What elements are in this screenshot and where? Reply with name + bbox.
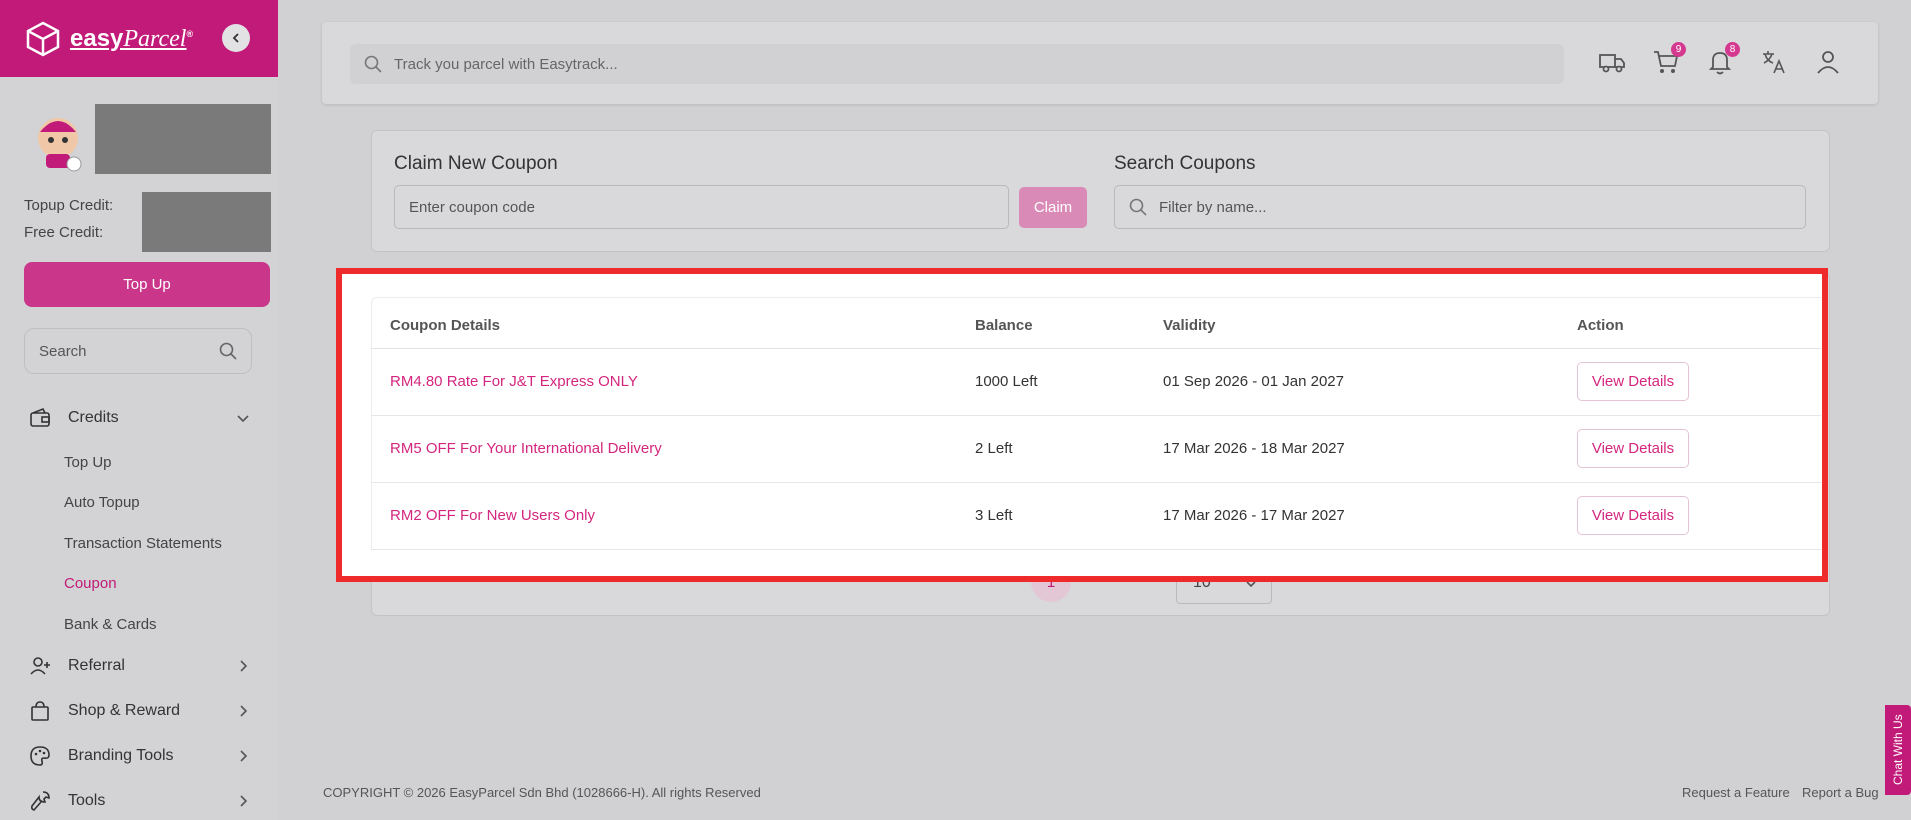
translate-icon[interactable] xyxy=(1760,48,1788,76)
report-bug-link[interactable]: Report a Bug xyxy=(1802,785,1879,800)
search-icon xyxy=(1129,198,1147,216)
top-bar: Track you parcel with Easytrack... 9 8 xyxy=(322,22,1878,104)
wallet-icon xyxy=(30,407,50,427)
coupon-name-link[interactable]: RM4.80 Rate For J&T Express ONLY xyxy=(390,373,638,390)
table-row: RM2 OFF For New Users Only 3 Left 17 Mar… xyxy=(371,483,1821,550)
easytrack-search-input[interactable]: Track you parcel with Easytrack... xyxy=(350,44,1564,84)
chevron-down-icon xyxy=(237,415,249,423)
cart-button[interactable]: 9 xyxy=(1652,42,1686,76)
redacted-credit-values xyxy=(142,192,271,252)
sidebar-subitem-transaction-statements[interactable]: Transaction Statements xyxy=(64,535,222,552)
column-validity: Validity xyxy=(1163,317,1216,334)
sidebar-subitem-auto-topup[interactable]: Auto Topup xyxy=(64,494,140,511)
cart-count-badge: 9 xyxy=(1671,42,1686,57)
redacted-username xyxy=(95,104,271,174)
column-balance: Balance xyxy=(975,317,1033,334)
palette-icon xyxy=(30,746,50,766)
topup-credit-label: Topup Credit: xyxy=(24,197,114,214)
coupon-name-link[interactable]: RM2 OFF For New Users Only xyxy=(390,507,595,524)
sidebar-item-branding-tools[interactable]: Branding Tools xyxy=(28,744,250,768)
coupon-validity: 17 Mar 2026 - 17 Mar 2027 xyxy=(1163,507,1345,524)
notifications-button[interactable]: 8 xyxy=(1706,42,1740,76)
sidebar-item-shop-reward[interactable]: Shop & Reward xyxy=(28,699,250,723)
view-details-button[interactable]: View Details xyxy=(1577,496,1689,535)
view-details-button[interactable]: View Details xyxy=(1577,362,1689,401)
sidebar-item-credits[interactable]: Credits xyxy=(28,406,250,430)
sidebar-subitem-top-up[interactable]: Top Up xyxy=(64,454,112,471)
chevron-right-icon xyxy=(240,750,248,762)
chevron-right-icon xyxy=(240,705,248,717)
sidebar-item-tools[interactable]: Tools xyxy=(28,789,250,813)
sidebar-item-referral[interactable]: Referral xyxy=(28,654,250,678)
sidebar: easyParcel® Topup Credit: Free Credit: T… xyxy=(0,0,278,820)
shopping-bag-icon xyxy=(31,701,49,721)
claim-button[interactable]: Claim xyxy=(1019,187,1087,228)
chevron-right-icon xyxy=(240,795,248,807)
sidebar-subitem-coupon[interactable]: Coupon xyxy=(64,575,117,592)
sidebar-collapse-button[interactable] xyxy=(222,24,250,52)
coupon-code-input[interactable]: Enter coupon code xyxy=(394,185,1009,229)
table-row: RM5 OFF For Your International Delivery … xyxy=(371,416,1821,483)
notification-count-badge: 8 xyxy=(1725,42,1740,57)
chevron-right-icon xyxy=(240,660,248,672)
search-icon xyxy=(364,55,382,73)
claim-new-coupon-title: Claim New Coupon xyxy=(394,153,558,174)
search-coupons-title: Search Coupons xyxy=(1114,153,1256,174)
user-icon[interactable] xyxy=(1814,48,1842,76)
table-row: RM4.80 Rate For J&T Express ONLY 1000 Le… xyxy=(371,349,1821,416)
coupon-balance: 3 Left xyxy=(975,507,1013,524)
truck-icon[interactable] xyxy=(1598,48,1626,76)
topup-button[interactable]: Top Up xyxy=(24,262,270,307)
sidebar-search-input[interactable]: Search xyxy=(24,328,252,374)
column-action: Action xyxy=(1577,317,1624,334)
coupon-balance: 2 Left xyxy=(975,440,1013,457)
claim-coupon-card: Claim New Coupon Enter coupon code Claim… xyxy=(371,130,1830,252)
request-feature-link[interactable]: Request a Feature xyxy=(1682,785,1790,800)
footer-copyright: COPYRIGHT © 2026 EasyParcel Sdn Bhd (102… xyxy=(323,785,761,800)
chevron-left-icon xyxy=(232,33,239,43)
coupon-filter-input[interactable]: Filter by name... xyxy=(1114,185,1806,229)
coupon-name-link[interactable]: RM5 OFF For Your International Delivery xyxy=(390,440,662,457)
view-details-button[interactable]: View Details xyxy=(1577,429,1689,468)
table-header: Coupon Details Balance Validity Action xyxy=(371,297,1821,349)
wrench-icon xyxy=(30,791,50,811)
coupon-balance: 1000 Left xyxy=(975,373,1038,390)
sidebar-subitem-bank-cards[interactable]: Bank & Cards xyxy=(64,616,157,633)
column-coupon-details: Coupon Details xyxy=(390,317,501,334)
box-logo-icon xyxy=(26,21,60,56)
brand-logo[interactable]: easyParcel® xyxy=(70,25,193,53)
coupon-validity: 17 Mar 2026 - 18 Mar 2027 xyxy=(1163,440,1345,457)
brand-header: easyParcel® xyxy=(0,0,278,77)
search-icon xyxy=(219,342,237,360)
free-credit-label: Free Credit: xyxy=(24,224,104,241)
coupon-validity: 01 Sep 2026 - 01 Jan 2027 xyxy=(1163,373,1344,390)
avatar[interactable] xyxy=(32,112,84,172)
chat-with-us-button[interactable]: Chat With Us xyxy=(1885,705,1911,795)
user-plus-icon xyxy=(30,657,50,675)
